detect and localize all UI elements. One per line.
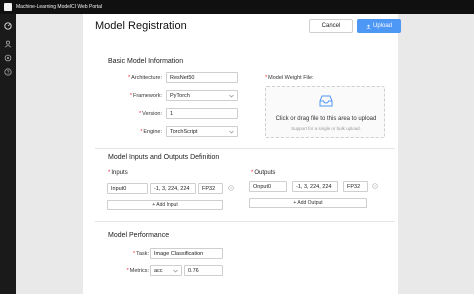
inputs-label: *Inputs: [108, 170, 128, 176]
io-section-title: Model Inputs and Outputs Definition: [108, 154, 220, 161]
registration-form: Model Registration Cancel Upload Basic M…: [83, 14, 401, 294]
version-input[interactable]: 1: [166, 108, 238, 119]
metric-value: acc: [154, 267, 163, 274]
remove-circle-icon[interactable]: [228, 185, 234, 191]
user-icon[interactable]: [4, 40, 12, 48]
chevron-down-icon: [229, 94, 234, 97]
outputs-label: *Outputs: [251, 170, 276, 176]
output-dtype-select[interactable]: FP32: [343, 181, 368, 192]
upload-button[interactable]: Upload: [357, 19, 401, 33]
upload-button-label: Upload: [372, 23, 392, 29]
settings-icon[interactable]: [4, 54, 12, 62]
sidebar: [0, 14, 16, 294]
remove-circle-icon[interactable]: [372, 183, 378, 189]
output-name-field[interactable]: Onput0: [249, 181, 287, 192]
task-input[interactable]: Image Classification: [150, 248, 223, 259]
performance-title: Model Performance: [108, 232, 170, 239]
output-shape-field[interactable]: -1, 3, 224, 224: [292, 181, 338, 192]
engine-label: *Engine:: [140, 129, 162, 135]
output-dtype-value: FP32: [347, 183, 361, 190]
framework-label: *Framework:: [129, 93, 162, 99]
app-logo-icon: [4, 3, 12, 11]
window-title: Machine-Learning ModelCI Web Portal: [16, 4, 103, 10]
page-title: Model Registration: [95, 20, 187, 32]
dropzone-text: Click or drag file to this area to uploa…: [275, 116, 377, 122]
add-input-button[interactable]: + Add Input: [107, 200, 223, 210]
task-label: *Task:: [133, 251, 149, 257]
dashboard-icon[interactable]: [4, 22, 12, 30]
input-dtype-select[interactable]: FP32: [198, 183, 223, 194]
upload-icon: [366, 24, 371, 29]
engine-select[interactable]: TorchScript: [166, 126, 238, 137]
engine-value: TorchScript: [170, 128, 198, 135]
inbox-icon: [319, 95, 333, 107]
input-shape-field[interactable]: -1, 3, 224, 224: [150, 183, 196, 194]
weight-file-dropzone[interactable]: Click or drag file to this area to uploa…: [265, 86, 385, 138]
metrics-label: *Metrics:: [126, 268, 149, 274]
chevron-down-icon: [229, 130, 234, 133]
main-area: Model Registration Cancel Upload Basic M…: [16, 14, 474, 294]
metric-value-input[interactable]: 0.76: [184, 265, 223, 276]
chevron-down-icon: [173, 269, 178, 272]
basic-info-title: Basic Model Information: [108, 58, 184, 65]
framework-select[interactable]: PyTorch: [166, 90, 238, 101]
help-icon[interactable]: [4, 68, 12, 76]
framework-value: PyTorch: [170, 92, 190, 99]
divider: [95, 221, 395, 222]
architecture-label: *Architecture:: [127, 75, 162, 81]
divider: [95, 148, 395, 149]
input-dtype-value: FP32: [202, 185, 216, 192]
weight-file-label: *Model Weight File:: [265, 75, 314, 81]
architecture-input[interactable]: ResNet50: [166, 72, 238, 83]
metric-select[interactable]: acc: [150, 265, 182, 276]
version-label: *Version:: [138, 111, 162, 117]
input-name-field[interactable]: Input0: [107, 183, 148, 194]
cancel-button[interactable]: Cancel: [309, 19, 353, 33]
title-bar: Machine-Learning ModelCI Web Portal: [0, 0, 474, 14]
add-output-button[interactable]: + Add Output: [249, 198, 367, 208]
dropzone-hint: Support for a single or bulk upload.: [291, 126, 361, 131]
